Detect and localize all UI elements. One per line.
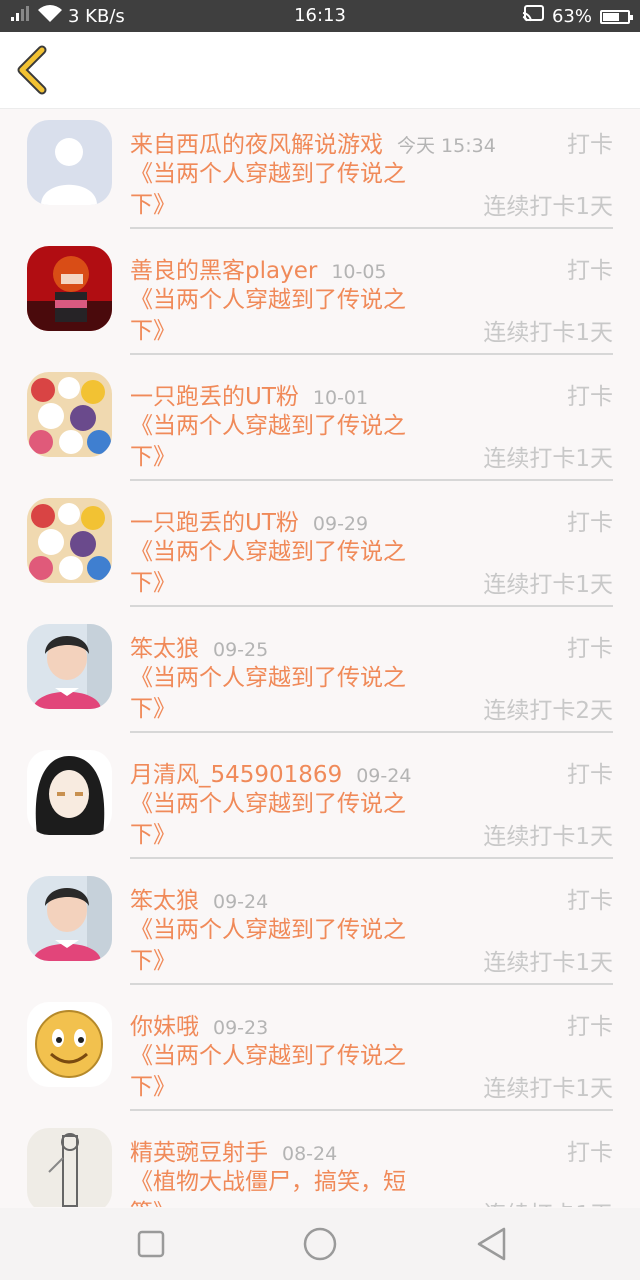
story-title[interactable]: 《当两个人穿越到了传说之下》 <box>130 537 430 599</box>
checkin-label: 打卡 <box>567 258 613 284</box>
list-item-content: 笨太狼 09-25 《当两个人穿越到了传说之下》 打卡连续打卡2天 <box>130 613 613 733</box>
checkin-label: 打卡 <box>567 1014 613 1040</box>
checkin-date: 09-24 <box>213 891 269 913</box>
list-item[interactable]: 来自西瓜的夜风解说游戏 今天 15:34 《当两个人穿越到了传说之下》 打卡连续打卡1… <box>0 109 640 235</box>
list-item[interactable]: 笨太狼 09-24 《当两个人穿越到了传说之下》 打卡连续打卡1天 <box>0 865 640 991</box>
circle-icon <box>300 1227 340 1270</box>
checkin-streak: 连续打卡1天 <box>483 320 613 346</box>
checkin-label: 打卡 <box>567 888 613 914</box>
checkin-label: 打卡 <box>567 636 613 662</box>
avatar[interactable] <box>27 498 112 583</box>
list-item[interactable]: 一只跑丢的UT粉 10-01 《当两个人穿越到了传说之下》 打卡连续打卡1天 <box>0 361 640 487</box>
checkin-date: 10-05 <box>331 261 387 283</box>
list-item-content: 一只跑丢的UT粉 09-29 《当两个人穿越到了传说之下》 打卡连续打卡1天 <box>130 487 613 607</box>
recent-apps-button[interactable] <box>133 1226 169 1262</box>
story-title[interactable]: 《当两个人穿越到了传说之下》 <box>130 1041 430 1103</box>
user-name[interactable]: 一只跑丢的UT粉 09-29 <box>130 503 368 537</box>
avatar[interactable] <box>27 246 112 331</box>
triangle-back-icon <box>474 1227 510 1266</box>
checkin-date: 09-25 <box>213 639 269 661</box>
back-button[interactable] <box>12 44 60 96</box>
story-title[interactable]: 《当两个人穿越到了传说之下》 <box>130 663 430 725</box>
checkin-date: 08-24 <box>282 1143 338 1165</box>
story-title[interactable]: 《当两个人穿越到了传说之下》 <box>130 285 430 347</box>
checkin-streak: 连续打卡1天 <box>483 194 613 220</box>
user-name-text: 来自西瓜的夜风解说游戏 <box>130 132 383 158</box>
avatar[interactable] <box>27 624 112 709</box>
status-bar: 3 KB/s 16:13 63% <box>0 0 640 32</box>
checkin-streak: 连续打卡1天 <box>483 446 613 472</box>
checkin-streak: 连续打卡1天 <box>483 1076 613 1102</box>
checkin-date: 今天 15:34 <box>397 135 496 157</box>
square-icon <box>133 1230 169 1266</box>
cast-icon <box>522 5 544 28</box>
checkin-streak: 连续打卡1天 <box>483 1195 613 1207</box>
user-name[interactable]: 精英豌豆射手 08-24 <box>130 1133 337 1167</box>
checkin-date: 09-23 <box>213 1017 269 1039</box>
story-title[interactable]: 《当两个人穿越到了传说之下》 <box>130 159 430 221</box>
user-name-text: 笨太狼 <box>130 636 199 662</box>
checkin-label: 打卡 <box>567 1140 613 1166</box>
list-item-content: 月清风_545901869 09-24 《当两个人穿越到了传说之下》 打卡连续打卡1天 <box>130 739 613 859</box>
nav-back-button[interactable] <box>474 1226 510 1262</box>
checkin-label: 打卡 <box>567 510 613 536</box>
checkin-label: 打卡 <box>567 132 613 158</box>
story-title[interactable]: 《当两个人穿越到了传说之下》 <box>130 789 430 851</box>
avatar[interactable] <box>27 372 112 457</box>
checkin-streak: 连续打卡1天 <box>483 950 613 976</box>
checkin-streak: 连续打卡2天 <box>483 698 613 724</box>
checkin-date: 09-24 <box>356 765 412 787</box>
home-button[interactable] <box>300 1226 337 1262</box>
list-item-content: 来自西瓜的夜风解说游戏 今天 15:34 《当两个人穿越到了传说之下》 打卡连续打卡1… <box>130 109 613 229</box>
list-item-content: 笨太狼 09-24 《当两个人穿越到了传说之下》 打卡连续打卡1天 <box>130 865 613 985</box>
avatar[interactable] <box>27 876 112 961</box>
user-name[interactable]: 善良的黑客player 10-05 <box>130 251 387 285</box>
checkin-list[interactable]: 来自西瓜的夜风解说游戏 今天 15:34 《当两个人穿越到了传说之下》 打卡 连续打卡1… <box>0 109 640 1207</box>
list-item[interactable]: 善良的黑客player 10-05 《当两个人穿越到了传说之下》 打卡连续打卡1天 <box>0 235 640 361</box>
user-name-text: 你妹哦 <box>130 1014 199 1040</box>
default-avatar-icon[interactable] <box>27 120 112 205</box>
avatar[interactable] <box>27 750 112 835</box>
user-name[interactable]: 笨太狼 09-24 <box>130 881 268 915</box>
user-name[interactable]: 月清风_545901869 09-24 <box>130 755 411 789</box>
checkin-streak: 连续打卡1天 <box>483 572 613 598</box>
list-item[interactable]: 你妹哦 09-23 《当两个人穿越到了传说之下》 打卡连续打卡1天 <box>0 991 640 1117</box>
user-name[interactable]: 来自西瓜的夜风解说游戏 今天 15:34 <box>130 125 496 159</box>
checkin-date: 10-01 <box>312 387 369 409</box>
user-name-text: 一只跑丢的UT粉 <box>130 384 299 410</box>
list-item-content: 一只跑丢的UT粉 10-01 《当两个人穿越到了传说之下》 打卡连续打卡1天 <box>130 361 613 481</box>
list-item[interactable]: 精英豌豆射手 08-24《植物大战僵尸，搞笑，短篇》 打卡连续打卡1天 <box>0 1117 640 1207</box>
user-name-text: 善良的黑客player <box>130 258 318 284</box>
list-item[interactable]: 笨太狼 09-25 《当两个人穿越到了传说之下》 打卡连续打卡2天 <box>0 613 640 739</box>
checkin-date: 09-29 <box>312 513 369 535</box>
list-item-content: 精英豌豆射手 08-24《植物大战僵尸，搞笑，短篇》 打卡连续打卡1天 <box>130 1117 613 1207</box>
story-title[interactable]: 《当两个人穿越到了传说之下》 <box>130 915 430 977</box>
user-name[interactable]: 你妹哦 09-23 <box>130 1007 268 1041</box>
checkin-label: 打卡 <box>567 762 613 788</box>
list-item-content: 善良的黑客player 10-05 《当两个人穿越到了传说之下》 打卡连续打卡1天 <box>130 235 613 355</box>
checkin-streak: 连续打卡1天 <box>483 824 613 850</box>
battery-icon <box>600 9 633 24</box>
user-name-text: 月清风_545901869 <box>130 762 343 788</box>
story-title[interactable]: 《植物大战僵尸，搞笑，短篇》 <box>130 1167 430 1207</box>
user-name[interactable]: 一只跑丢的UT粉 10-01 <box>130 377 368 411</box>
chevron-left-icon <box>12 45 60 100</box>
user-name-text: 一只跑丢的UT粉 <box>130 510 299 536</box>
navigation-bar <box>0 1208 640 1280</box>
checkin-label: 打卡 <box>567 384 613 410</box>
battery-percent: 63% <box>551 6 592 27</box>
list-item-content: 你妹哦 09-23 《当两个人穿越到了传说之下》 打卡连续打卡1天 <box>130 991 613 1111</box>
smiley-face-icon[interactable] <box>27 1002 112 1087</box>
user-name-text: 精英豌豆射手 <box>130 1140 268 1166</box>
list-item[interactable]: 一只跑丢的UT粉 09-29 《当两个人穿越到了传说之下》 打卡连续打卡1天 <box>0 487 640 613</box>
header <box>0 32 640 109</box>
user-name[interactable]: 笨太狼 09-25 <box>130 629 268 663</box>
story-title[interactable]: 《当两个人穿越到了传说之下》 <box>130 411 430 473</box>
avatar[interactable] <box>27 1128 112 1207</box>
list-item[interactable]: 月清风_545901869 09-24 《当两个人穿越到了传说之下》 打卡连续打卡1天 <box>0 739 640 865</box>
user-name-text: 笨太狼 <box>130 888 199 914</box>
